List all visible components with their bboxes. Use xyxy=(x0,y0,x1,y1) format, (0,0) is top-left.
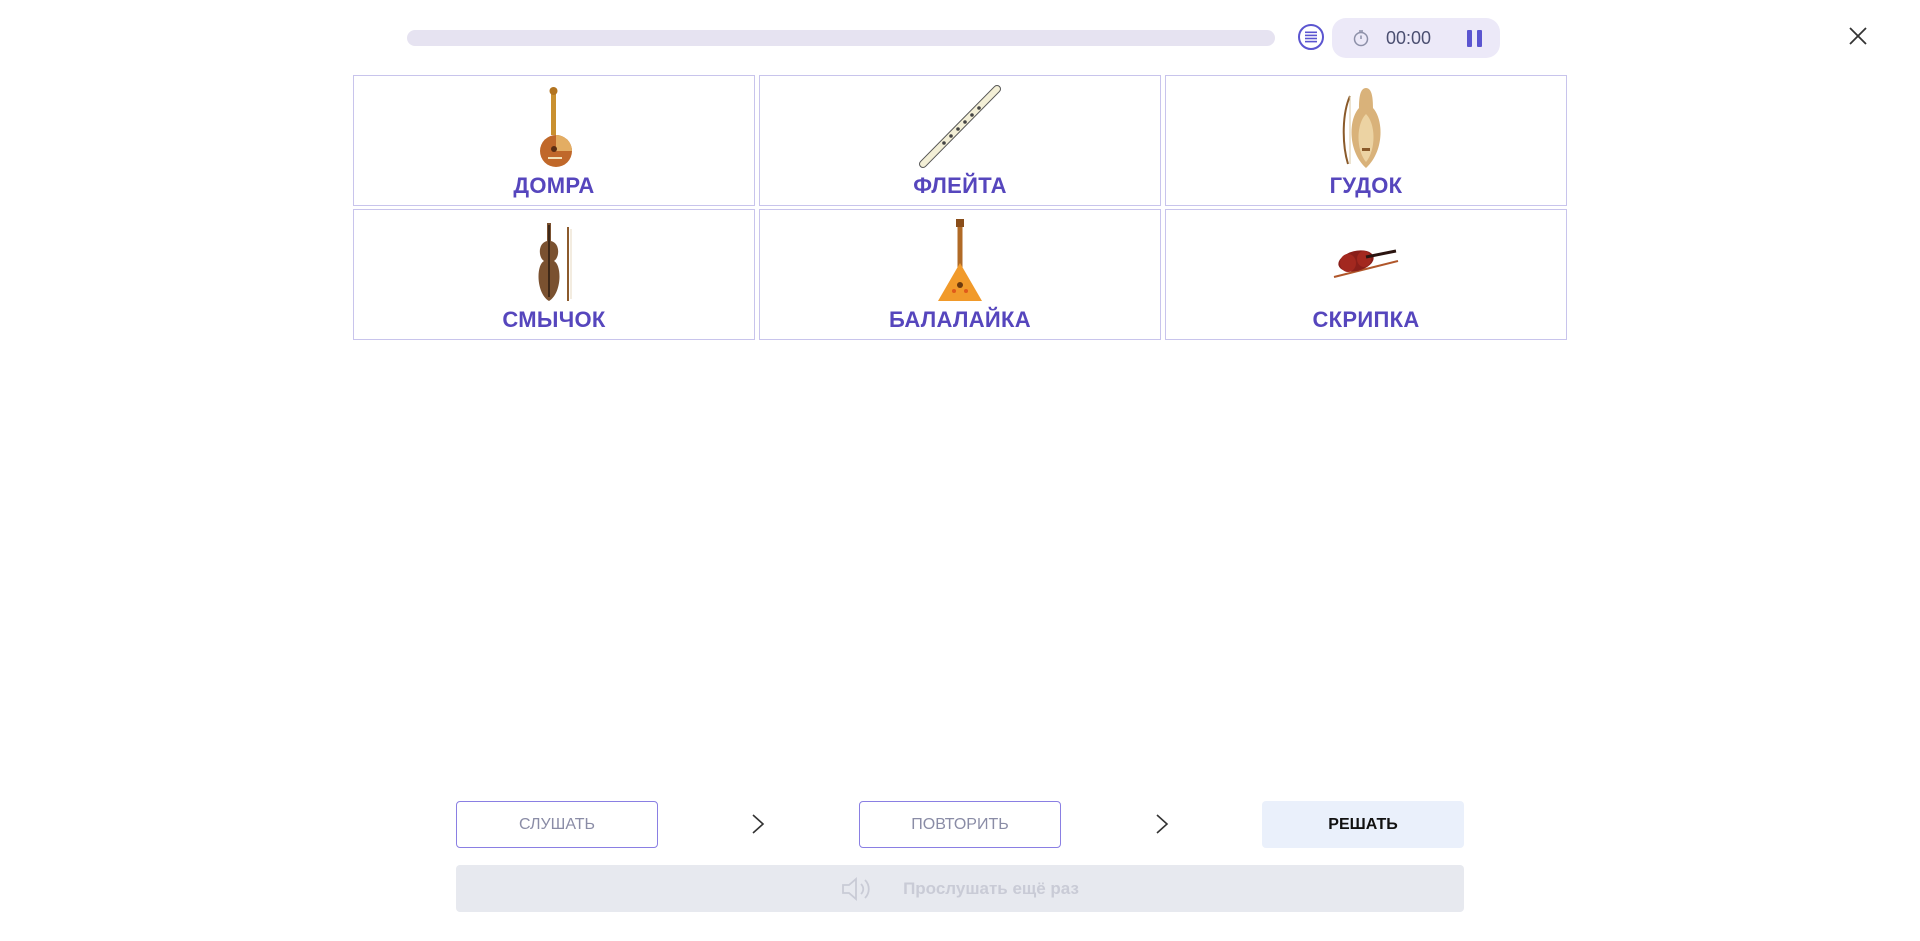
close-button[interactable] xyxy=(1846,24,1870,48)
chevron-right-icon xyxy=(1156,814,1169,834)
card-label: СКРИПКА xyxy=(1312,307,1420,332)
progress-bar xyxy=(407,30,1275,46)
answer-card-violin[interactable]: СКРИПКА xyxy=(1165,209,1567,340)
domra-image xyxy=(540,87,572,167)
listen-button[interactable]: СЛУШАТЬ xyxy=(456,801,658,848)
timer-value: 00:00 xyxy=(1386,27,1432,48)
answer-card-bow[interactable]: СМЫЧОК xyxy=(353,209,755,340)
card-label: БАЛАЛАЙКА xyxy=(889,307,1031,332)
speaker-icon xyxy=(842,876,870,901)
close-icon xyxy=(1849,27,1867,45)
card-label: ДОМРА xyxy=(513,173,595,198)
repeat-button[interactable]: ПОВТОРИТЬ xyxy=(859,801,1061,848)
gudok-image xyxy=(1342,88,1381,168)
flute-image xyxy=(919,85,1001,168)
violin-image xyxy=(1333,249,1399,278)
solve-button[interactable]: РЕШАТЬ xyxy=(1262,801,1464,848)
task-list-button[interactable] xyxy=(1298,24,1324,50)
timer-panel: 00:00 xyxy=(1332,18,1500,58)
answer-grid: ДОМРА ФЛЕЙТА ГУДОК СМЫЧОК БАЛАЛАЙКА СКРИ… xyxy=(353,75,1567,340)
bow-image xyxy=(538,223,572,301)
list-icon xyxy=(1305,31,1317,43)
answer-card-gudok[interactable]: ГУДОК xyxy=(1165,75,1567,206)
stopwatch-icon xyxy=(1353,30,1369,47)
pause-icon-bar-left xyxy=(1467,29,1472,47)
replay-button[interactable]: Прослушать ещё раз xyxy=(456,865,1464,912)
pause-button[interactable] xyxy=(1467,29,1482,47)
answer-card-balalaika[interactable]: БАЛАЛАЙКА xyxy=(759,209,1161,340)
pause-icon-bar-right xyxy=(1477,29,1482,47)
card-label: СМЫЧОК xyxy=(502,307,606,332)
balalaika-image xyxy=(938,219,982,301)
answer-card-flute[interactable]: ФЛЕЙТА xyxy=(759,75,1161,206)
answer-card-domra[interactable]: ДОМРА xyxy=(353,75,755,206)
card-label: ФЛЕЙТА xyxy=(913,173,1007,198)
replay-label: Прослушать ещё раз xyxy=(903,878,1079,898)
card-label: ГУДОК xyxy=(1329,173,1403,198)
chevron-right-icon xyxy=(752,814,765,834)
